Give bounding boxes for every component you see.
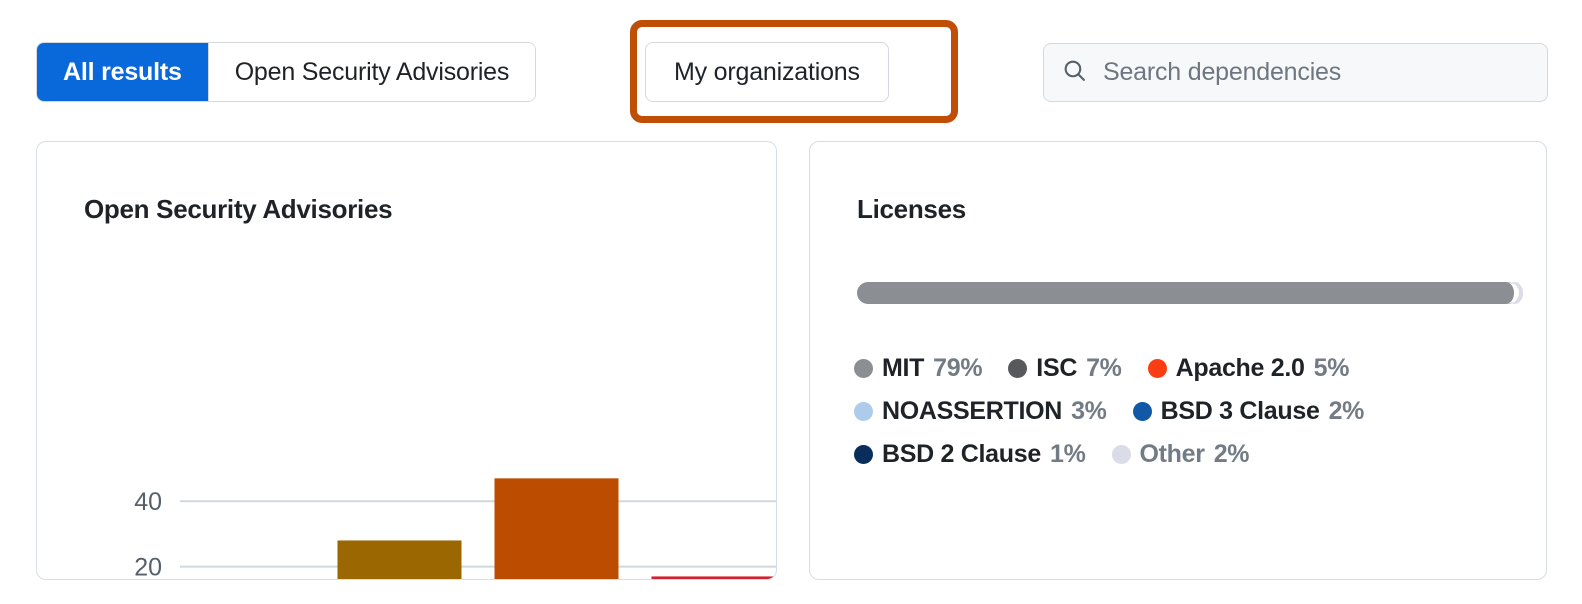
legend-item: BSD 3 Clause 2% [1133,397,1365,426]
tab-my-organizations-label: My organizations [674,58,860,87]
legend-color-dot-icon [854,445,873,464]
search-dependencies-box[interactable] [1043,43,1548,102]
legend-color-dot-icon [1148,359,1167,378]
legend-license-percent: 5% [1314,354,1350,383]
legend-license-name: ISC [1036,354,1077,383]
open-security-advisories-card: Open Security Advisories 02040LowModerat… [36,141,777,580]
licenses-card: Licenses MIT 79% ISC 7% Apache 2.0 5% NOASSERT… [809,141,1547,580]
license-legend: MIT 79% ISC 7% Apache 2.0 5% NOASSERTION 3% BSD … [854,354,1514,483]
legend-license-percent: 2% [1329,397,1365,426]
legend-item: NOASSERTION 3% [854,397,1107,426]
legend-color-dot-icon [1112,445,1131,464]
legend-color-dot-icon [1133,402,1152,421]
search-icon [1062,58,1087,88]
svg-text:20: 20 [134,554,162,580]
legend-item: Apache 2.0 5% [1148,354,1350,383]
tab-open-security-advisories[interactable]: Open Security Advisories [209,43,536,101]
legend-row: MIT 79% ISC 7% Apache 2.0 5% [854,354,1514,383]
bar-chart-svg: 02040LowModerateHighCritic [37,142,777,580]
legend-item: MIT 79% [854,354,982,383]
tab-open-security-advisories-label: Open Security Advisories [235,58,510,87]
license-distribution-bar [857,282,1517,304]
search-input[interactable] [1101,57,1529,88]
legend-license-percent: 2% [1214,440,1250,469]
svg-text:40: 40 [134,488,162,516]
legend-color-dot-icon [854,402,873,421]
legend-license-percent: 3% [1071,397,1107,426]
legend-license-percent: 1% [1050,440,1086,469]
legend-license-percent: 7% [1086,354,1122,383]
tab-all-results-label: All results [63,58,182,87]
legend-license-name: BSD 2 Clause [882,440,1041,469]
legend-color-dot-icon [854,359,873,378]
legend-license-name: NOASSERTION [882,397,1062,426]
bar-chart: 02040LowModerateHighCritic [37,142,777,580]
toolbar: All results Open Security Advisories My … [0,0,1582,136]
legend-item: Other 2% [1112,440,1250,469]
legend-item: ISC 7% [1008,354,1121,383]
license-segment [857,282,1517,304]
legend-license-name: Apache 2.0 [1176,354,1305,383]
legend-row: BSD 2 Clause 1% Other 2% [854,440,1514,469]
legend-license-name: Other [1140,440,1205,469]
legend-row: NOASSERTION 3% BSD 3 Clause 2% [854,397,1514,426]
legend-license-name: BSD 3 Clause [1161,397,1320,426]
tab-all-results[interactable]: All results [37,43,209,101]
legend-license-name: MIT [882,354,924,383]
licenses-card-title: Licenses [857,194,966,225]
legend-item: BSD 2 Clause 1% [854,440,1086,469]
tab-group: All results Open Security Advisories [36,42,536,102]
legend-color-dot-icon [1008,359,1027,378]
tab-my-organizations[interactable]: My organizations [645,42,889,102]
legend-license-percent: 79% [933,354,982,383]
